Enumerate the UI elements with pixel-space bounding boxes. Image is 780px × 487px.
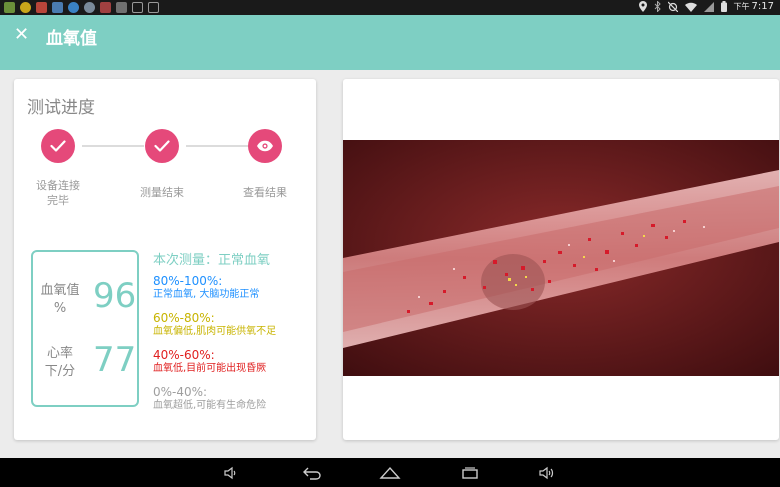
bluetooth-icon [654,1,661,12]
location-icon [638,1,647,12]
blood-vessel-illustration [343,140,779,376]
usb-debug-icon [148,2,159,13]
spo2-value: 96 [93,276,137,316]
volume-down-icon[interactable] [218,464,242,482]
am-pm-indicator: 下午 [733,2,750,11]
step-connector [186,145,248,147]
back-icon[interactable] [300,464,324,482]
app-bar: ✕ 血氧值 [0,15,780,70]
check-icon [154,140,170,152]
legend-desc: 正常血氧, 大脑功能正常 [153,289,260,300]
clock: 7:17 [751,1,774,12]
step-measure-done [145,129,179,163]
browser-icon [68,2,79,13]
spo2-label: 血氧值 % [40,283,80,316]
legend-range: 60%-80%: [153,311,215,325]
step-label: 查看结果 [243,186,287,199]
progress-title: 测试进度 [27,98,95,118]
step-connector [82,145,144,147]
legend-desc: 血氧偏低,肌肉可能供氧不足 [153,326,277,337]
legend-range: 40%-60%: [153,348,215,362]
notification-icons [4,2,159,13]
system-icons: 下午 7:17 [638,1,774,12]
mail-icon [36,2,47,13]
step-view-result[interactable] [248,129,282,163]
image-icon [52,2,63,13]
close-icon[interactable]: ✕ [14,25,29,45]
eye-icon [257,140,273,152]
result-legend: 本次测量：正常血氧 80%-100%: 正常血氧, 大脑功能正常 60%-80%… [153,249,313,422]
app-icon [4,2,15,13]
sun-icon [20,2,31,13]
heart-rate-label: 心率 下/分 [44,346,76,379]
page-title: 血氧值 [46,29,97,49]
step-label: 测量结束 [140,186,184,199]
check-icon [50,140,66,152]
legend-range: 0%-40%: [153,385,208,399]
usb-icon [132,2,143,13]
battery-icon [720,1,727,12]
wifi-icon [684,2,697,12]
media-card [343,79,779,440]
result-headline: 本次测量：正常血氧 [153,253,271,268]
step-label: 设备连接 完毕 [36,179,80,207]
volume-up-icon[interactable] [535,464,559,482]
alarm-off-icon [667,1,678,12]
legend-desc: 血氧超低,可能有生命危险 [153,400,267,411]
app-icon [116,2,127,13]
status-bar: 下午 7:17 [0,0,780,15]
gallery-icon [100,2,111,13]
step-connected [41,129,75,163]
measurement-box: 血氧值 % 96 心率 下/分 77 [31,250,139,407]
blood-vessel-animation [343,140,779,376]
progress-card: 测试进度 设备连接 完毕 测量结束 查看结果 血氧值 % 96 心率 下/分 7… [14,79,316,440]
legend-desc: 血氧低,目前可能出现昏厥 [153,363,267,374]
recent-apps-icon[interactable] [458,464,482,482]
signal-icon [703,1,714,12]
legend-range: 80%-100%: [153,274,223,288]
home-icon[interactable] [378,464,402,482]
navigation-bar [0,458,780,487]
heart-rate-value: 77 [93,340,137,380]
globe-icon [84,2,95,13]
